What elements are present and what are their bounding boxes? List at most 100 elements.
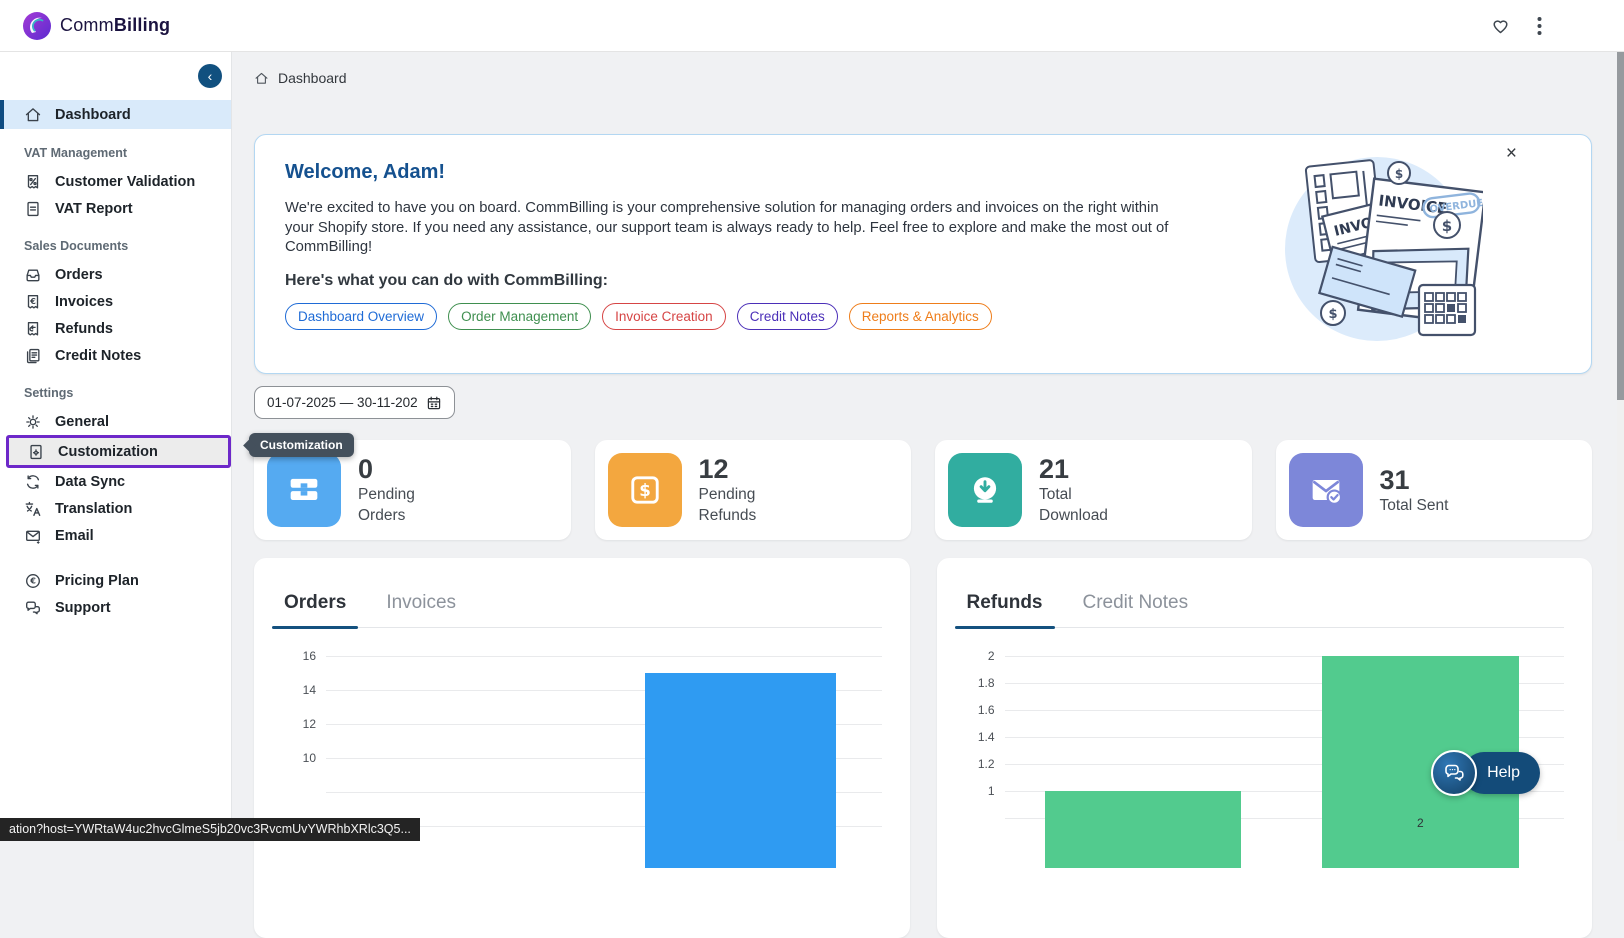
- scrollbar-thumb[interactable]: [1617, 52, 1624, 400]
- main-content: Dashboard Welcome, Adam! We're excited t…: [232, 52, 1624, 841]
- welcome-card: Welcome, Adam! We're excited to have you…: [254, 134, 1592, 374]
- orders-tray-icon: [24, 266, 42, 284]
- app-header: CommBilling: [0, 0, 1624, 52]
- gear-icon: [24, 413, 42, 431]
- bar[interactable]: [1045, 791, 1240, 868]
- sidebar-section-vat-management: VAT Management: [24, 146, 231, 160]
- refunds-credit-notes-chart-card: Refunds Credit Notes 21.81.61.41.212: [937, 558, 1593, 938]
- y-axis-tick-label: 1.6: [965, 703, 995, 717]
- sidebar-item-label: Customer Validation: [55, 174, 195, 190]
- date-range-value: 01-07-2025 — 30-11-202: [267, 395, 418, 410]
- bar[interactable]: [645, 673, 836, 868]
- sidebar-item-credit-notes[interactable]: Credit Notes: [0, 342, 231, 369]
- y-axis-tick-label: 2: [965, 649, 995, 663]
- dollar-square-icon: $: [608, 453, 682, 527]
- tab-refunds[interactable]: Refunds: [965, 592, 1045, 627]
- y-axis-tick-label: 10: [282, 751, 316, 765]
- stat-label: Pending Refunds: [699, 484, 799, 526]
- y-axis-tick-label: 1.4: [965, 730, 995, 744]
- stat-label: Total Sent: [1380, 495, 1480, 516]
- stat-label: Total Download: [1039, 484, 1139, 526]
- sidebar-item-refunds[interactable]: Refunds: [0, 315, 231, 342]
- chart-gridline: [326, 656, 882, 657]
- customization-icon: [27, 443, 45, 461]
- sidebar-collapse-button[interactable]: ‹: [198, 64, 222, 88]
- sidebar-item-label: Data Sync: [55, 474, 125, 490]
- refund-receipt-icon: [24, 320, 42, 338]
- svg-text:$: $: [1395, 167, 1403, 181]
- welcome-tag[interactable]: Credit Notes: [737, 303, 838, 330]
- favorite-heart-button[interactable]: [1490, 16, 1511, 36]
- invoice-euro-icon: €: [24, 293, 42, 311]
- receipt-percent-icon: [24, 173, 42, 191]
- sidebar-item-invoices[interactable]: € Invoices: [0, 288, 231, 315]
- help-button[interactable]: Help: [1431, 750, 1540, 796]
- sidebar-item-customer-validation[interactable]: Customer Validation: [0, 168, 231, 195]
- sidebar-item-support[interactable]: Support: [0, 594, 231, 621]
- stat-card-total-download: 21 Total Download: [935, 440, 1252, 540]
- brand-suffix: Billing: [114, 15, 170, 35]
- sidebar-item-label: General: [55, 414, 109, 430]
- sidebar-item-dashboard[interactable]: Dashboard: [0, 100, 231, 129]
- brand-logo: CommBilling: [22, 11, 170, 41]
- sidebar-item-label: Orders: [55, 267, 103, 283]
- svg-text:€: €: [29, 575, 36, 585]
- breadcrumb: Dashboard: [254, 66, 1592, 90]
- date-range-picker[interactable]: 01-07-2025 — 30-11-202: [254, 386, 455, 419]
- sidebar-item-pricing-plan[interactable]: € Pricing Plan: [0, 567, 231, 594]
- tab-invoices[interactable]: Invoices: [384, 592, 458, 627]
- home-icon: [24, 106, 42, 124]
- vertical-scrollbar[interactable]: [1617, 52, 1624, 841]
- breadcrumb-label: Dashboard: [278, 70, 347, 86]
- y-axis-tick-label: 12: [282, 717, 316, 731]
- svg-text:$: $: [1328, 307, 1337, 322]
- sidebar-item-vat-report[interactable]: VAT Report: [0, 195, 231, 222]
- sidebar-item-label: Credit Notes: [55, 348, 141, 364]
- sidebar-item-general[interactable]: General: [0, 408, 231, 435]
- welcome-tag[interactable]: Reports & Analytics: [849, 303, 992, 330]
- overflow-menu-button[interactable]: [1537, 16, 1542, 36]
- welcome-tag[interactable]: Order Management: [448, 303, 591, 330]
- email-icon: [24, 527, 42, 545]
- y-axis-tick-label: 16: [282, 649, 316, 663]
- sidebar-item-label: Support: [55, 600, 111, 616]
- stat-value: 31: [1380, 465, 1480, 495]
- sidebar-item-label: Refunds: [55, 321, 113, 337]
- welcome-body: We're excited to have you on board. Comm…: [285, 199, 1185, 258]
- sidebar-item-email[interactable]: Email: [0, 522, 231, 549]
- orders-invoices-chart-card: Orders Invoices 16 14 12 10: [254, 558, 910, 938]
- brand-name: CommBilling: [60, 15, 170, 36]
- kebab-menu-icon: [1537, 16, 1542, 36]
- sidebar-item-label: Customization: [58, 444, 158, 460]
- tab-orders[interactable]: Orders: [282, 592, 348, 627]
- status-bar-url: ation?host=YWRtaW4uc2hvcGlmeS5jb20vc3Rvc…: [0, 818, 420, 841]
- download-circle-icon: [948, 453, 1022, 527]
- report-document-icon: [24, 200, 42, 218]
- welcome-tag[interactable]: Invoice Creation: [602, 303, 726, 330]
- stat-value: 0: [358, 454, 458, 484]
- sidebar-item-label: Invoices: [55, 294, 113, 310]
- chat-bubbles-icon: [1431, 750, 1477, 796]
- sidebar-item-label: Translation: [55, 501, 132, 517]
- y-axis-tick-label: 1.2: [965, 757, 995, 771]
- welcome-tag[interactable]: Dashboard Overview: [285, 303, 437, 330]
- credit-notes-icon: [24, 347, 42, 365]
- sidebar-item-translation[interactable]: Translation: [0, 495, 231, 522]
- sidebar-item-orders[interactable]: Orders: [0, 261, 231, 288]
- stat-card-pending-refunds: $ 12 Pending Refunds: [595, 440, 912, 540]
- home-icon: [254, 71, 269, 86]
- tab-credit-notes[interactable]: Credit Notes: [1081, 592, 1191, 627]
- sidebar-item-data-sync[interactable]: Data Sync: [0, 468, 231, 495]
- svg-text:$: $: [1442, 217, 1452, 235]
- sidebar-section-settings: Settings: [24, 386, 231, 400]
- chart-tabs: Refunds Credit Notes: [965, 592, 1565, 628]
- bar-data-label: 2: [1417, 816, 1424, 830]
- y-axis-tick-label: 14: [282, 683, 316, 697]
- customization-highlight-box: Customization: [6, 435, 231, 468]
- close-icon[interactable]: ×: [1506, 143, 1517, 165]
- sidebar-item-customization[interactable]: Customization: [9, 438, 228, 465]
- mail-check-icon: [1289, 453, 1363, 527]
- chart-tabs: Orders Invoices: [282, 592, 882, 628]
- sidebar: ‹ Dashboard VAT Management Customer Vali…: [0, 52, 232, 841]
- sidebar-item-label: VAT Report: [55, 201, 133, 217]
